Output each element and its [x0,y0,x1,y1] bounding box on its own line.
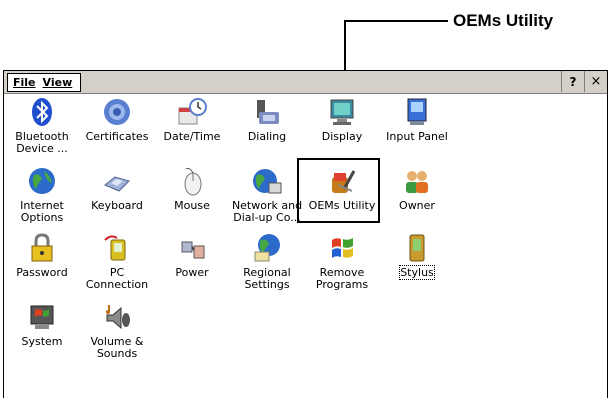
item-label: Password [16,266,68,279]
menu-group: File View [7,73,82,92]
network-globe-icon [253,169,282,194]
dialing-item[interactable]: Dialing [230,96,304,143]
calendar-clock-icon [178,98,207,125]
item-label: Date/Time [163,130,221,143]
stylus-device-icon [409,234,425,262]
remove-programs-item[interactable]: Remove Programs [305,232,379,291]
internet-options-item[interactable]: Internet Options [5,165,79,224]
windows-logo-icon [332,238,353,258]
title-buttons: ? × [561,71,607,93]
mouse-icon [184,168,202,196]
callout-highlight-box [297,158,380,223]
globe-icon [29,168,55,194]
power-plug-icon [181,241,205,259]
item-label: Stylus [399,265,435,280]
system-computer-icon [30,305,54,329]
padlock-icon [31,233,53,262]
password-item[interactable]: Password [5,232,79,279]
menu-file[interactable]: File [13,76,36,89]
item-label: Owner [399,199,435,212]
network-dialup-item[interactable]: Network and Dial-up Co... [230,165,304,224]
keyboard-item[interactable]: Keyboard [80,165,154,212]
bluetooth-device-item[interactable]: Bluetooth Device ... [5,96,79,155]
bluetooth-icon [32,98,52,126]
display-item[interactable]: Display [305,96,379,143]
owner-users-icon [406,171,428,193]
item-label: Connection [85,278,149,291]
item-label: Display [321,130,363,143]
volume-sounds-item[interactable]: Volume & Sounds [80,301,154,360]
system-item[interactable]: System [5,301,79,348]
mouse-item[interactable]: Mouse [155,165,229,212]
callout-line [344,20,448,22]
keyboard-icon [104,176,130,192]
power-item[interactable]: Power [155,232,229,279]
display-icon [330,99,354,125]
item-label: Dialing [247,130,287,143]
certificates-item[interactable]: Certificates [80,96,154,143]
regional-globe-icon [254,234,280,262]
item-label: Keyboard [91,199,143,212]
regional-settings-item[interactable]: Regional Settings [230,232,304,291]
item-label: Power [175,266,209,279]
item-label: Certificates [85,130,149,143]
phone-icon [257,100,279,124]
item-label: Settings [244,278,290,291]
item-label: Input Panel [386,130,448,143]
close-button[interactable]: × [584,71,607,92]
item-label: Device ... [16,142,68,155]
item-label: System [21,335,63,348]
owner-item[interactable]: Owner [380,165,454,212]
item-label: Options [20,211,64,224]
input-panel-icon [407,98,427,125]
certificate-seal-icon [104,99,130,125]
input-panel-item[interactable]: Input Panel [380,96,454,143]
speaker-music-icon [106,305,130,330]
stylus-item[interactable]: Stylus [380,232,454,280]
menu-view[interactable]: View [43,76,73,89]
item-label: Mouse [174,199,210,212]
callout-label: OEMs Utility [453,11,554,30]
help-button[interactable]: ? [561,71,584,92]
pc-connection-icon [104,235,126,261]
item-label: Sounds [96,347,138,360]
pc-connection-item[interactable]: PC Connection [80,232,154,291]
menu-bar: File View ? × [4,71,607,94]
item-label: Dial-up Co... [233,211,301,224]
date-time-item[interactable]: Date/Time [155,96,229,143]
item-label: Programs [315,278,369,291]
